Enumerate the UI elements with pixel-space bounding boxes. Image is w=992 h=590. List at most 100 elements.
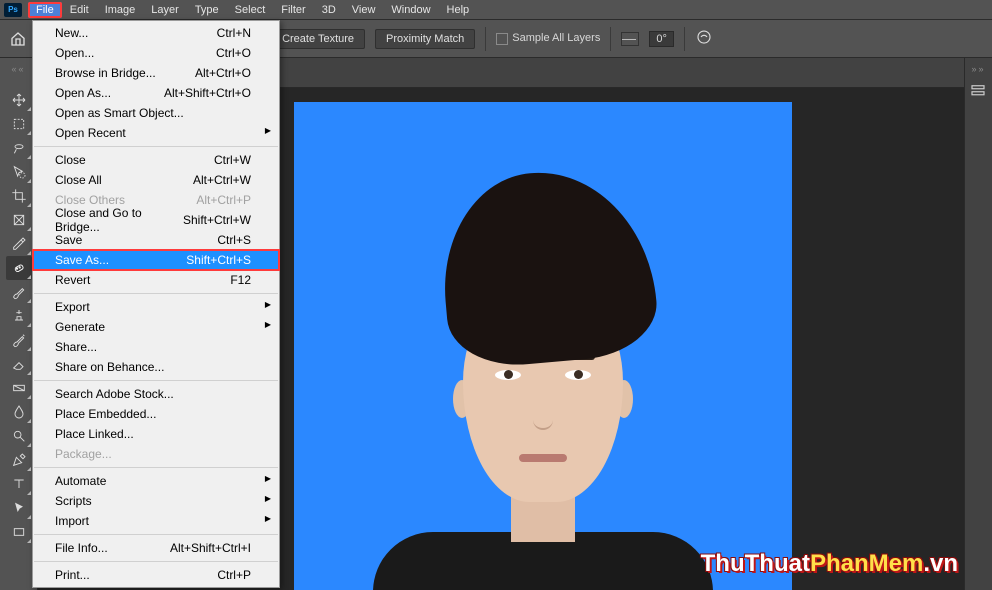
menu-item-label: Import <box>55 514 89 528</box>
menu-item-close-and-go-to-bridge[interactable]: Close and Go to Bridge...Shift+Ctrl+W <box>33 210 279 230</box>
crop-tool[interactable] <box>6 184 32 208</box>
type-tool[interactable] <box>6 472 32 496</box>
home-icon[interactable] <box>8 29 28 49</box>
menu-item-accelerator: Ctrl+W <box>214 153 251 167</box>
menu-item-label: Close All <box>55 173 102 187</box>
menu-separator <box>34 467 278 468</box>
menu-item-label: Scripts <box>55 494 92 508</box>
menu-item-label: Print... <box>55 568 90 582</box>
menu-item-accelerator: Ctrl+S <box>217 233 251 247</box>
rectangle-tool[interactable] <box>6 520 32 544</box>
sample-all-layers-checkbox[interactable]: Sample All Layers <box>496 32 600 44</box>
clone-stamp-tool[interactable] <box>6 304 32 328</box>
menu-item-save-as[interactable]: Save As...Shift+Ctrl+S <box>33 250 279 270</box>
menu-item-new[interactable]: New... Ctrl+N <box>33 23 279 43</box>
pressure-size-icon[interactable] <box>695 28 713 49</box>
menu-item-save[interactable]: SaveCtrl+S <box>33 230 279 250</box>
menu-item-label: Place Embedded... <box>55 407 156 421</box>
menu-item-accelerator: Ctrl+N <box>217 26 251 40</box>
menu-item-close-all[interactable]: Close All Alt+Ctrl+W <box>33 170 279 190</box>
menu-edit[interactable]: Edit <box>62 2 97 18</box>
menu-item-open-as[interactable]: Open As... Alt+Shift+Ctrl+O <box>33 83 279 103</box>
frame-tool[interactable] <box>6 208 32 232</box>
menu-window[interactable]: Window <box>383 2 438 18</box>
menu-item-accelerator: Ctrl+O <box>216 46 251 60</box>
separator <box>684 27 685 51</box>
menu-item-automate[interactable]: Automate <box>33 471 279 491</box>
menu-item-label: Share on Behance... <box>55 360 164 374</box>
menu-item-place-embedded[interactable]: Place Embedded... <box>33 404 279 424</box>
menu-bar: Ps FileEditImageLayerTypeSelectFilter3DV… <box>0 0 992 20</box>
eraser-tool[interactable] <box>6 352 32 376</box>
create-texture-button[interactable]: Create Texture <box>271 29 365 49</box>
separator <box>485 27 486 51</box>
menu-item-accelerator: Shift+Ctrl+W <box>183 213 251 227</box>
menu-item-label: Open as Smart Object... <box>55 106 184 120</box>
history-brush-tool[interactable] <box>6 328 32 352</box>
menu-item-accelerator: F12 <box>230 273 251 287</box>
dodge-tool[interactable] <box>6 424 32 448</box>
menu-item-label: New... <box>55 26 88 40</box>
menu-filter[interactable]: Filter <box>273 2 313 18</box>
lasso-tool[interactable] <box>6 136 32 160</box>
menu-separator <box>34 380 278 381</box>
menu-item-place-linked[interactable]: Place Linked... <box>33 424 279 444</box>
panel-grip-icon[interactable]: »» <box>965 58 992 74</box>
menu-item-accelerator: Alt+Ctrl+W <box>193 173 251 187</box>
menu-item-share-on-behance[interactable]: Share on Behance... <box>33 357 279 377</box>
menu-item-search-adobe-stock[interactable]: Search Adobe Stock... <box>33 384 279 404</box>
menu-item-open-as-smart-object[interactable]: Open as Smart Object... <box>33 103 279 123</box>
gradient-tool[interactable] <box>6 376 32 400</box>
menu-item-scripts[interactable]: Scripts <box>33 491 279 511</box>
menu-item-import[interactable]: Import <box>33 511 279 531</box>
menu-item-label: Open As... <box>55 86 111 100</box>
menu-item-print[interactable]: Print... Ctrl+P <box>33 565 279 585</box>
menu-item-generate[interactable]: Generate <box>33 317 279 337</box>
menu-item-browse-in-bridge[interactable]: Browse in Bridge...Alt+Ctrl+O <box>33 63 279 83</box>
menu-separator <box>34 293 278 294</box>
menu-item-label: Open Recent <box>55 126 126 140</box>
proximity-match-button[interactable]: Proximity Match <box>375 29 475 49</box>
menu-separator <box>34 561 278 562</box>
panel-grip-icon[interactable]: «« <box>11 64 25 74</box>
brush-tool[interactable] <box>6 280 32 304</box>
sample-all-layers-label: Sample All Layers <box>512 32 600 44</box>
menu-item-accelerator: Alt+Shift+Ctrl+I <box>170 541 251 555</box>
properties-panel-icon[interactable] <box>969 82 989 102</box>
menu-item-accelerator: Ctrl+P <box>217 568 251 582</box>
menu-item-label: Place Linked... <box>55 427 134 441</box>
menu-item-accelerator: Alt+Ctrl+P <box>196 193 251 207</box>
menu-type[interactable]: Type <box>187 2 227 18</box>
menu-item-share[interactable]: Share... <box>33 337 279 357</box>
menu-3d[interactable]: 3D <box>314 2 344 18</box>
menu-item-open-recent[interactable]: Open Recent <box>33 123 279 143</box>
menu-layer[interactable]: Layer <box>143 2 187 18</box>
menu-help[interactable]: Help <box>439 2 478 18</box>
healing-brush-tool[interactable] <box>6 256 32 280</box>
menu-item-package: Package... <box>33 444 279 464</box>
menu-item-label: Export <box>55 300 90 314</box>
menu-item-export[interactable]: Export <box>33 297 279 317</box>
menu-item-file-info[interactable]: File Info...Alt+Shift+Ctrl+I <box>33 538 279 558</box>
menu-item-accelerator: Alt+Shift+Ctrl+O <box>164 86 251 100</box>
angle-icon[interactable] <box>621 32 639 46</box>
menu-item-accelerator: Shift+Ctrl+S <box>186 253 251 267</box>
marquee-tool[interactable] <box>6 112 32 136</box>
quick-select-tool[interactable] <box>6 160 32 184</box>
menu-item-label: Close <box>55 153 86 167</box>
blur-tool[interactable] <box>6 400 32 424</box>
menu-item-revert[interactable]: RevertF12 <box>33 270 279 290</box>
path-select-tool[interactable] <box>6 496 32 520</box>
move-tool[interactable] <box>6 88 32 112</box>
pen-tool[interactable] <box>6 448 32 472</box>
menu-file[interactable]: File <box>28 2 62 18</box>
angle-value[interactable]: 0° <box>649 31 674 47</box>
document-canvas[interactable] <box>294 102 792 590</box>
menu-select[interactable]: Select <box>227 2 274 18</box>
eyedropper-tool[interactable] <box>6 232 32 256</box>
menu-item-open[interactable]: Open...Ctrl+O <box>33 43 279 63</box>
menu-item-close[interactable]: Close Ctrl+W <box>33 150 279 170</box>
menu-image[interactable]: Image <box>97 2 144 18</box>
menu-view[interactable]: View <box>344 2 384 18</box>
menu-item-label: Search Adobe Stock... <box>55 387 174 401</box>
